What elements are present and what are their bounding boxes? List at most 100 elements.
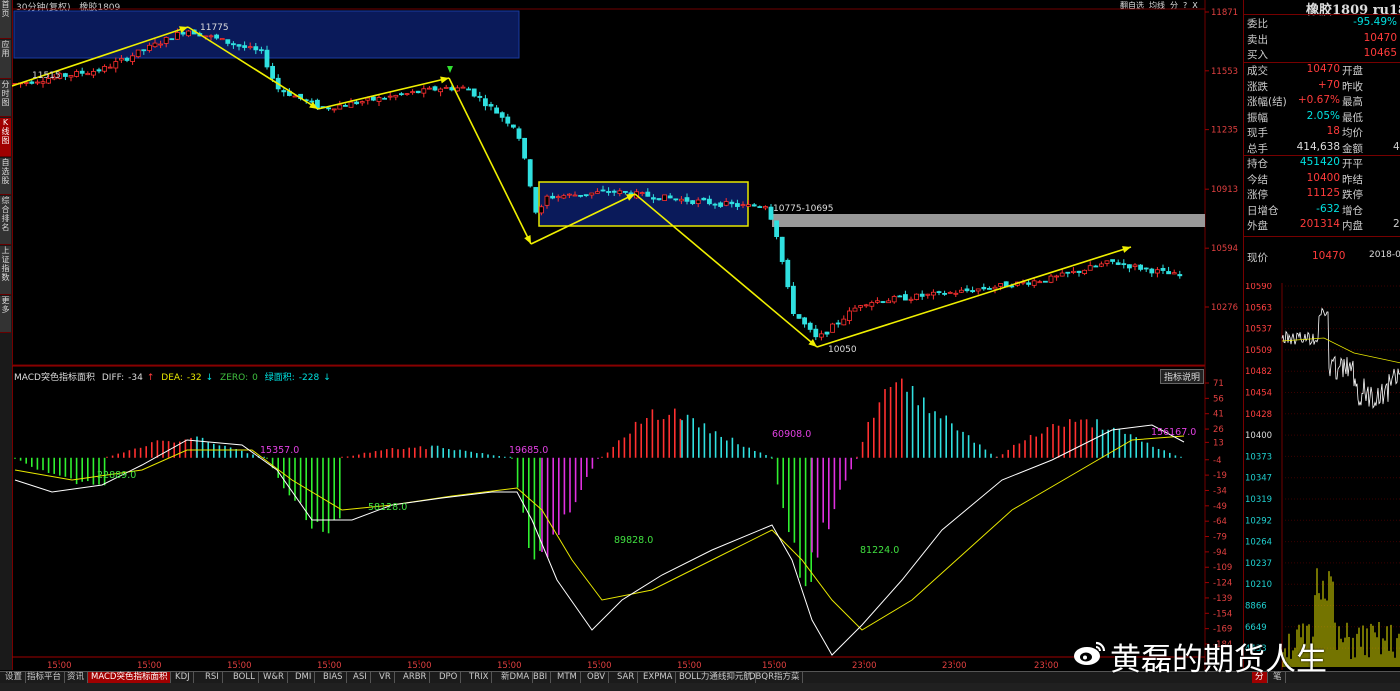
candle-body xyxy=(1155,269,1160,274)
time-axis-label: 15:00 xyxy=(407,661,432,670)
nav-tab-7[interactable]: 更多 xyxy=(0,296,11,333)
nav-tab-0[interactable]: 首页 xyxy=(0,0,11,39)
candle-body xyxy=(578,194,583,197)
indicator-tab-0[interactable]: 设置 xyxy=(2,672,27,683)
indicator-tab-18[interactable]: OBV xyxy=(584,672,610,683)
candle-body xyxy=(959,289,964,293)
quote-row-mid-4-label2: 均价 xyxy=(1342,127,1363,139)
nav-tab-1[interactable]: 应用 xyxy=(0,40,11,79)
main-chart[interactable]: 11871 11553 11235 10913 10594 10276 10775-1069… xyxy=(12,0,1243,670)
mini-axis-label: 8866 xyxy=(1245,602,1267,612)
indicator-tab-4[interactable]: KDJ xyxy=(172,672,194,683)
indicator-tab-11[interactable]: VR xyxy=(376,672,395,683)
indicator-tab-16[interactable]: BBI xyxy=(530,672,552,683)
candle-body xyxy=(679,198,684,202)
quote-row-low-3-label: 日增仓 xyxy=(1247,204,1279,217)
indicator-tab-8[interactable]: DMI xyxy=(292,672,316,683)
indicator-tab-19[interactable]: SAR xyxy=(614,672,639,683)
candle-body xyxy=(723,201,729,206)
candle-body xyxy=(169,38,175,41)
indicator-tab-3[interactable]: MACD突色指标面积 xyxy=(88,672,172,683)
nav-tab-5[interactable]: 综合排名 xyxy=(0,196,11,245)
candle-body xyxy=(482,98,488,107)
indicator-tab-9[interactable]: BIAS xyxy=(320,672,347,683)
nav-tab-2[interactable]: 分时图 xyxy=(0,80,11,117)
candle-body xyxy=(942,292,947,295)
intraday-mini-chart[interactable]: 10590 10563 10537 10509 10482 10454 10428 10400… xyxy=(1244,283,1400,670)
candle-body xyxy=(869,302,875,307)
candle-body xyxy=(897,295,903,298)
indicator-tab-22[interactable]: DBQR指方菜 xyxy=(746,672,804,683)
price-axis-label: 11871 xyxy=(1211,8,1238,18)
quote-row-mid-0-label2: 开盘 xyxy=(1342,65,1363,77)
candle-body xyxy=(527,159,533,187)
mini-axis-label: 10292 xyxy=(1245,516,1272,526)
candle-body xyxy=(791,285,796,314)
indicator-help-button[interactable]: 指标说明 xyxy=(1160,369,1205,384)
macd-header: MACD突色指标面积 DIFF: -34 ↑ DEA: -32 ↓ ZERO: 0 绿面积… xyxy=(14,370,335,383)
candle-body xyxy=(1127,264,1132,269)
candle-body xyxy=(85,72,91,76)
candle-body xyxy=(522,137,528,159)
indicator-tab-6[interactable]: BOLL xyxy=(230,672,259,683)
candle-body xyxy=(953,292,959,295)
macd-axis-label: 26 xyxy=(1213,425,1224,435)
candle-body xyxy=(813,328,819,338)
nav-tab-6[interactable]: 上证指数 xyxy=(0,246,11,295)
indicator-tab-5[interactable]: RSI xyxy=(202,672,223,683)
dea-value: -32 xyxy=(186,373,202,383)
candle-body xyxy=(875,300,880,303)
indicator-tab-14[interactable]: TRIX xyxy=(466,672,493,683)
indicator-tab-21[interactable]: BOLL力通线抑元航 xyxy=(676,672,756,683)
candle-body xyxy=(281,90,287,93)
mini-axis-label: 10537 xyxy=(1245,325,1272,335)
candle-body xyxy=(326,107,332,110)
indicator-tab-10[interactable]: ASI xyxy=(350,672,371,683)
candle-body xyxy=(886,300,891,304)
diff-line xyxy=(14,424,1185,656)
candle-body xyxy=(1132,264,1138,267)
quote-row-low-0-label2: 开平 xyxy=(1342,158,1363,170)
candle-body xyxy=(337,104,343,110)
quote-row-mid-1-label2: 昨收 xyxy=(1342,80,1363,93)
indicator-tab-2[interactable]: 资讯 xyxy=(64,672,89,683)
candle-body xyxy=(432,86,438,91)
zone-label: 10775-10695 xyxy=(773,204,834,214)
mini-axis-label: 10400 xyxy=(1245,431,1272,441)
time-axis-label: 23:00 xyxy=(852,661,877,670)
candle-body xyxy=(970,290,975,293)
candle-body xyxy=(735,203,740,207)
candle-body xyxy=(40,81,46,84)
candle-body xyxy=(270,65,276,79)
area-value: -228 xyxy=(298,373,320,383)
nav-tab-3[interactable]: K线图 xyxy=(0,118,11,157)
indicator-tab-1[interactable]: 指标平台 xyxy=(24,672,66,683)
candle-body xyxy=(1076,270,1082,273)
macd-area-label: 60908.0 xyxy=(772,429,811,440)
candle-body xyxy=(230,43,236,46)
candle-body xyxy=(572,194,578,197)
candle-body xyxy=(673,198,679,201)
mini-axis-label: 10237 xyxy=(1245,559,1272,569)
indicator-tab-17[interactable]: MTM xyxy=(554,672,581,683)
indicator-tab-20[interactable]: EXPMA xyxy=(640,672,677,683)
candle-body xyxy=(852,307,858,312)
candle-body xyxy=(600,189,606,192)
nav-tab-4[interactable]: 自选股 xyxy=(0,158,11,195)
candle-body xyxy=(774,220,779,237)
indicator-tab-13[interactable]: DPO xyxy=(436,672,462,683)
mini-axis-label: 10482 xyxy=(1245,367,1272,377)
macd-area-label: 19685.0 xyxy=(509,445,548,456)
price-axis-label: 10276 xyxy=(1211,303,1238,313)
indicator-tab-12[interactable]: ARBR xyxy=(400,672,431,683)
indicator-tab-15[interactable]: 新DMA xyxy=(498,672,534,683)
indicator-tab-7[interactable]: W&R xyxy=(260,672,288,683)
candle-body xyxy=(667,195,673,199)
quote-row-mid-2-value: +0.67% xyxy=(1297,94,1340,106)
macd-axis-label: -154 xyxy=(1213,609,1232,619)
candle-body xyxy=(589,192,595,196)
candle-body xyxy=(186,30,192,37)
candle-body xyxy=(1138,264,1143,270)
candle-body xyxy=(1099,263,1104,267)
time-axis-label: 23:00 xyxy=(942,661,967,670)
